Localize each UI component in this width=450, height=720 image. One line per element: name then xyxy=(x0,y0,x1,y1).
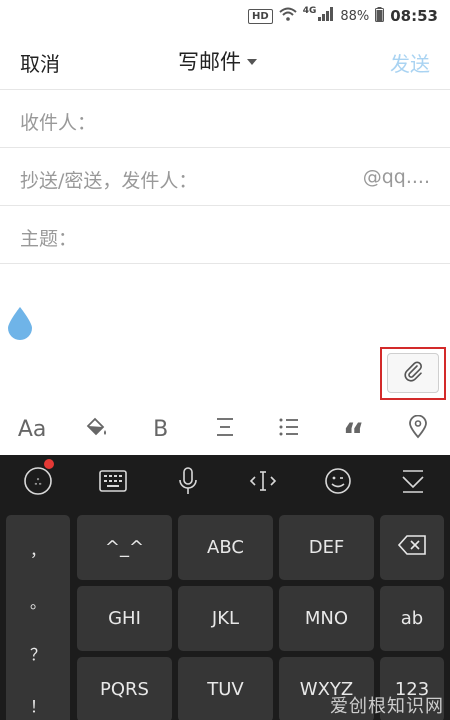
paperclip-icon xyxy=(401,359,425,387)
cursor-move-button[interactable] xyxy=(225,455,300,511)
to-label: 收件人： xyxy=(20,112,97,134)
key-label: GHI xyxy=(108,608,141,629)
microphone-icon xyxy=(178,467,198,499)
drop-icon[interactable] xyxy=(7,306,33,340)
watermark: 爱创根知识网 xyxy=(330,696,444,717)
align-button[interactable] xyxy=(193,403,257,455)
key-tuv[interactable]: TUV xyxy=(178,657,273,720)
keyboard-switch-button[interactable] xyxy=(75,455,150,511)
key-pqrs[interactable]: PQRS xyxy=(77,657,172,720)
notification-dot xyxy=(44,459,54,469)
network-type: 4G xyxy=(302,6,317,16)
key-def[interactable]: DEF xyxy=(279,515,374,580)
bold-icon: B xyxy=(153,416,169,442)
keyboard-icon xyxy=(98,470,127,496)
clock: 08:53 xyxy=(390,7,438,25)
key-label: TUV xyxy=(207,679,244,700)
title-dropdown[interactable]: 写邮件 xyxy=(178,46,257,76)
hide-keyboard-button[interactable] xyxy=(375,455,450,511)
text-color-button[interactable] xyxy=(64,403,128,455)
collapse-keyboard-icon xyxy=(400,468,426,498)
key-abc[interactable]: ABC xyxy=(178,515,273,580)
smiley-icon xyxy=(324,467,352,499)
key-label: ab xyxy=(400,608,424,629)
key-label: ABC xyxy=(207,537,244,558)
comma-key[interactable]: ， xyxy=(6,537,70,561)
to-field[interactable]: 收件人： xyxy=(0,91,450,148)
question-key[interactable]: ？ xyxy=(6,641,70,665)
attachment-button[interactable] xyxy=(387,353,439,393)
key-mno[interactable]: MNO xyxy=(279,586,374,651)
key-label: PQRS xyxy=(100,679,149,700)
font-size-button[interactable]: Aa xyxy=(0,403,64,455)
location-pin-icon xyxy=(408,414,428,443)
hd-badge: HD xyxy=(248,8,273,24)
backspace-key[interactable] xyxy=(380,515,444,580)
bold-button[interactable]: B xyxy=(129,403,193,455)
period-key[interactable]: 。 xyxy=(6,589,70,613)
paint-bucket-icon xyxy=(84,415,108,443)
location-button[interactable] xyxy=(386,403,450,455)
svg-text:ஃ: ஃ xyxy=(34,478,41,488)
caret-down-icon xyxy=(247,59,257,65)
list-button[interactable] xyxy=(257,403,321,455)
compose-header: 取消 写邮件 发送 xyxy=(0,32,450,90)
cancel-button[interactable]: 取消 xyxy=(20,48,60,77)
quote-button[interactable]: “ xyxy=(321,403,385,456)
align-center-icon xyxy=(214,417,236,441)
keyboard: ஃ ， 。 ？ ！ ^_^ ABC DEF GHI JKL MNO ab PQR… xyxy=(0,455,450,720)
key-label: MNO xyxy=(304,608,349,629)
cc-label: 抄送/密送，发件人： xyxy=(20,170,198,192)
key-label: ^_^ xyxy=(104,537,145,558)
key-emoticon[interactable]: ^_^ xyxy=(77,515,172,580)
cc-field[interactable]: 抄送/密送，发件人： @qq.... xyxy=(0,149,450,206)
sender-address[interactable]: @qq.... xyxy=(363,166,430,188)
exclaim-key[interactable]: ！ xyxy=(6,693,70,717)
bullet-list-icon xyxy=(278,417,300,441)
page-title: 写邮件 xyxy=(178,50,241,74)
keyboard-toolbar: ஃ xyxy=(0,455,450,511)
subject-field[interactable]: 主题： xyxy=(0,207,450,264)
battery-icon xyxy=(375,6,385,26)
wifi-icon xyxy=(279,7,297,25)
font-size-icon: Aa xyxy=(17,416,47,442)
emoji-button[interactable] xyxy=(300,455,375,511)
keyboard-logo-button[interactable]: ஃ xyxy=(0,455,75,511)
key-ab[interactable]: ab xyxy=(380,586,444,651)
signal-icon xyxy=(318,7,334,25)
status-bar: HD 4G 88% 08:53 xyxy=(0,0,450,32)
format-toolbar: Aa B “ xyxy=(0,403,450,456)
keyboard-logo-icon: ஃ xyxy=(23,466,53,500)
battery-percent: 88% xyxy=(340,8,370,24)
cursor-arrows-icon xyxy=(249,469,277,497)
quote-icon: “ xyxy=(342,416,365,456)
key-ghi[interactable]: GHI xyxy=(77,586,172,651)
backspace-icon xyxy=(397,535,426,560)
key-jkl[interactable]: JKL xyxy=(178,586,273,651)
send-button[interactable]: 发送 xyxy=(390,48,430,77)
subject-label: 主题： xyxy=(20,228,78,250)
punctuation-column[interactable]: ， 。 ？ ！ xyxy=(6,515,70,720)
key-label: JKL xyxy=(211,608,240,629)
key-label: DEF xyxy=(308,537,345,558)
voice-input-button[interactable] xyxy=(150,455,225,511)
